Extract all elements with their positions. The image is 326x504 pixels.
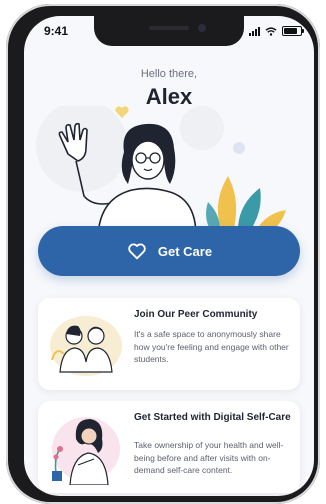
heart-icon xyxy=(128,243,146,260)
front-camera xyxy=(198,24,206,32)
app-screen: 9:41 Hello there, Alex Get Care Join Our… xyxy=(24,16,314,496)
phone-notch xyxy=(94,16,244,46)
hero-illustration xyxy=(36,106,286,236)
card-description: Take ownership of your health and well-b… xyxy=(134,440,284,475)
card-title: Join Our Peer Community xyxy=(134,309,258,320)
heart-decor-icon xyxy=(115,106,129,118)
decor-blob xyxy=(180,106,224,150)
signal-icon xyxy=(249,26,260,36)
self-care-illustration xyxy=(52,417,120,485)
status-time: 9:41 xyxy=(44,24,69,38)
status-icons xyxy=(249,26,304,36)
get-care-button[interactable]: Get Care xyxy=(38,226,300,276)
get-care-label: Get Care xyxy=(157,243,213,259)
digital-self-care-card[interactable]: Get Started with Digital Self-Care Take … xyxy=(38,401,300,493)
phone-frame: 9:41 Hello there, Alex Get Care Join Our… xyxy=(6,4,320,504)
peer-community-card[interactable]: Join Our Peer Community It's a safe spac… xyxy=(38,298,300,390)
wifi-icon xyxy=(265,26,277,36)
card-title: Get Started with Digital Self-Care xyxy=(134,412,291,423)
speaker-grill xyxy=(149,26,189,30)
greeting-text: Hello there, xyxy=(140,68,198,80)
peer-community-illustration xyxy=(50,316,122,376)
battery-icon xyxy=(282,26,304,36)
decor-dot xyxy=(233,142,245,154)
card-description: It's a safe space to anonymously share h… xyxy=(134,329,289,364)
